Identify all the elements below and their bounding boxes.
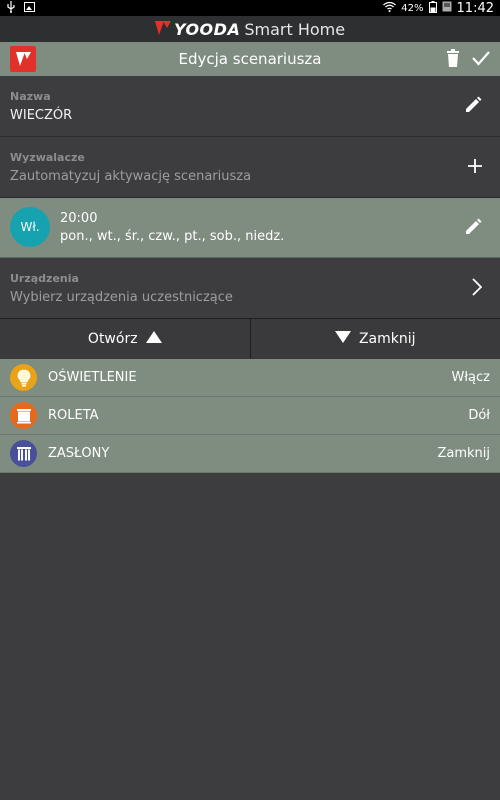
- bulb-icon: [10, 364, 37, 391]
- name-row[interactable]: Nazwa WIECZÓR: [0, 76, 500, 137]
- triggers-hint: Zautomatyzuj aktywację scenariusza: [10, 169, 252, 184]
- battery-percent: 42%: [401, 2, 424, 14]
- usb-icon: [6, 1, 16, 16]
- title-bar: Edycja scenariusza: [0, 42, 500, 76]
- brand-name: YOODA: [173, 19, 241, 39]
- brand-logo: YOODA: [154, 19, 241, 39]
- device-item-curtains[interactable]: ZASŁONY Zamknij: [0, 435, 500, 473]
- open-button-label: Otwórz: [87, 331, 138, 347]
- yooda-logo-icon: [154, 20, 171, 39]
- device-state[interactable]: Włącz: [452, 370, 491, 385]
- close-button-label: Zamknij: [358, 331, 416, 347]
- delete-icon[interactable]: [446, 49, 460, 71]
- curtain-icon: [10, 440, 37, 467]
- confirm-check-icon[interactable]: [472, 50, 490, 70]
- battery-icon: [428, 0, 437, 16]
- trigger-time: 20:00: [60, 211, 98, 226]
- brand-sub: Smart Home: [244, 19, 346, 39]
- image-icon: [24, 2, 35, 15]
- device-state[interactable]: Dół: [468, 408, 490, 423]
- triggers-label: Wyzwalacze: [10, 151, 85, 164]
- trigger-item[interactable]: Wł. 20:00 pon., wt., śr., czw., pt., sob…: [0, 198, 500, 258]
- chevron-right-icon[interactable]: [472, 278, 483, 300]
- device-name: OŚWIETLENIE: [48, 370, 137, 385]
- edit-trigger-icon[interactable]: [464, 218, 482, 240]
- device-item-lighting[interactable]: OŚWIETLENIE Włącz: [0, 359, 500, 397]
- devices-hint: Wybierz urządzenia uczestniczące: [10, 290, 233, 305]
- device-item-roller-blind[interactable]: ROLETA Dół: [0, 397, 500, 435]
- triangle-down-icon: [334, 331, 351, 347]
- triggers-row[interactable]: Wyzwalacze Zautomatyzuj aktywację scenar…: [0, 137, 500, 198]
- devices-row[interactable]: Urządzenia Wybierz urządzenia uczestnicz…: [0, 258, 500, 319]
- devices-label: Urządzenia: [10, 272, 79, 285]
- close-all-button[interactable]: Zamknij: [249, 319, 500, 359]
- roller-blind-icon: [10, 402, 37, 429]
- clock: 11:42: [456, 0, 494, 16]
- device-name: ROLETA: [48, 408, 99, 423]
- open-all-button[interactable]: Otwórz: [0, 319, 250, 359]
- scenario-name: WIECZÓR: [10, 108, 73, 123]
- edit-name-icon[interactable]: [464, 96, 482, 118]
- open-close-bar: Otwórz Zamknij: [0, 318, 500, 360]
- page-title: Edycja scenariusza: [178, 50, 322, 68]
- add-trigger-icon[interactable]: [468, 158, 482, 177]
- app-logo-icon[interactable]: [10, 46, 36, 72]
- wifi-icon: [383, 1, 397, 15]
- device-name: ZASŁONY: [48, 446, 110, 461]
- trigger-state-badge: Wł.: [10, 207, 50, 247]
- name-label: Nazwa: [10, 90, 51, 103]
- trigger-days: pon., wt., śr., czw., pt., sob., niedz.: [60, 229, 285, 244]
- notification-box-icon: [442, 1, 452, 15]
- status-bar: 42% 11:42: [0, 0, 500, 16]
- triangle-up-icon: [145, 331, 162, 347]
- device-list: OŚWIETLENIE Włącz ROLETA Dół ZASŁONY Zam…: [0, 359, 500, 473]
- brand-bar: YOODA Smart Home: [0, 16, 500, 42]
- device-state[interactable]: Zamknij: [437, 446, 490, 461]
